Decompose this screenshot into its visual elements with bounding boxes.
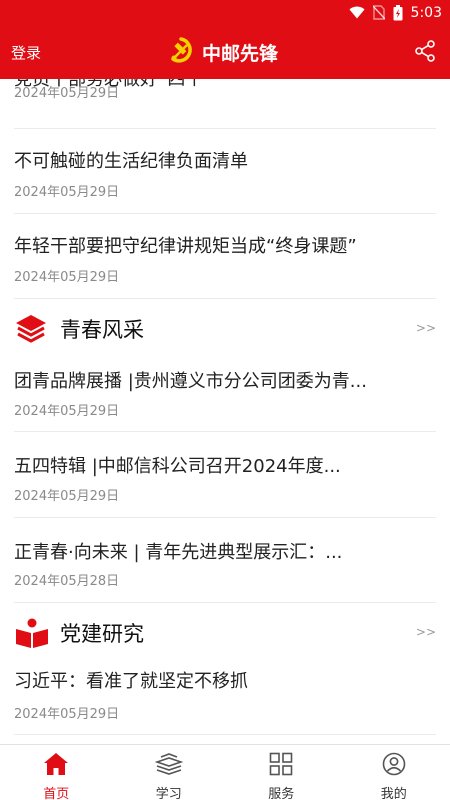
list-item[interactable]: 党员干部务必做好“四个一” 2024年05月29日: [14, 79, 436, 129]
wifi-icon: [349, 6, 365, 19]
article-date: 2024年05月29日: [14, 404, 120, 419]
article-date: 2024年05月29日: [14, 270, 120, 285]
status-bar: 5:03: [0, 0, 450, 25]
grid-icon: [269, 752, 293, 780]
list-item[interactable]: 五四特辑 |中邮信科公司召开2024年度... 2024年05月29日: [14, 432, 436, 518]
article-title: 正青春·向未来 | 青年先进典型展示汇：...: [14, 542, 343, 563]
section-header-research: 党建研究 >>: [0, 603, 450, 663]
article-title: 习近平：看准了就坚定不移抓: [14, 671, 248, 692]
article-date: 2024年05月28日: [14, 574, 120, 589]
no-sim-icon: [372, 5, 385, 20]
list-item[interactable]: 年轻干部要把守纪律讲规矩当成“终身课题” 2024年05月29日: [14, 214, 436, 299]
app-title-group: 中邮先锋: [166, 36, 278, 68]
tab-label: 学习: [155, 787, 182, 800]
list-item[interactable]: 团青品牌展播 |贵州遵义市分公司团委为青... 2024年05月29日: [14, 349, 436, 432]
home-icon: [43, 752, 69, 780]
article-title: 年轻干部要把守纪律讲规矩当成“终身课题”: [14, 236, 357, 257]
party-emblem-icon: [166, 35, 196, 69]
app-title: 中邮先锋: [202, 42, 279, 65]
open-book-icon: [14, 617, 50, 653]
section-title: 青春风采: [60, 318, 144, 342]
article-date: 2024年05月29日: [14, 185, 120, 200]
article-title: 五四特辑 |中邮信科公司召开2024年度...: [14, 456, 341, 477]
books-icon: [154, 752, 184, 780]
share-icon[interactable]: [414, 40, 436, 66]
tab-profile[interactable]: 我的: [338, 745, 450, 800]
article-title: 团青品牌展播 |贵州遵义市分公司团委为青...: [14, 371, 367, 392]
tab-label: 我的: [380, 787, 407, 800]
content-scroll[interactable]: 党员干部务必做好“四个一” 2024年05月29日 不可触碰的生活纪律负面清单 …: [0, 79, 450, 744]
section-title: 党建研究: [60, 622, 144, 646]
article-title: 不可触碰的生活纪律负面清单: [14, 151, 248, 172]
user-icon: [382, 752, 406, 780]
app-header: 登录 中邮先锋: [0, 25, 450, 79]
tab-home[interactable]: 首页: [0, 745, 113, 800]
list-item[interactable]: 习近平：看准了就坚定不移抓 2024年05月29日: [14, 655, 436, 735]
login-button[interactable]: 登录: [11, 42, 41, 63]
status-time: 5:03: [410, 4, 442, 21]
tab-study[interactable]: 学习: [113, 745, 226, 800]
article-date: 2024年05月29日: [14, 707, 120, 722]
layers-icon: [14, 313, 48, 349]
tab-label: 服务: [268, 787, 295, 800]
tab-label: 首页: [43, 787, 70, 800]
article-date: 2024年05月29日: [14, 86, 120, 101]
tab-services[interactable]: 服务: [225, 745, 338, 800]
more-link[interactable]: >>: [416, 321, 436, 335]
article-date: 2024年05月29日: [14, 489, 120, 504]
more-link[interactable]: >>: [416, 625, 436, 639]
bottom-tab-bar: 首页 学习 服务 我的: [0, 744, 450, 800]
list-item[interactable]: 不可触碰的生活纪律负面清单 2024年05月29日: [14, 129, 436, 214]
list-item[interactable]: 正青春·向未来 | 青年先进典型展示汇：... 2024年05月28日: [14, 518, 436, 603]
battery-charging-icon: [393, 4, 403, 21]
